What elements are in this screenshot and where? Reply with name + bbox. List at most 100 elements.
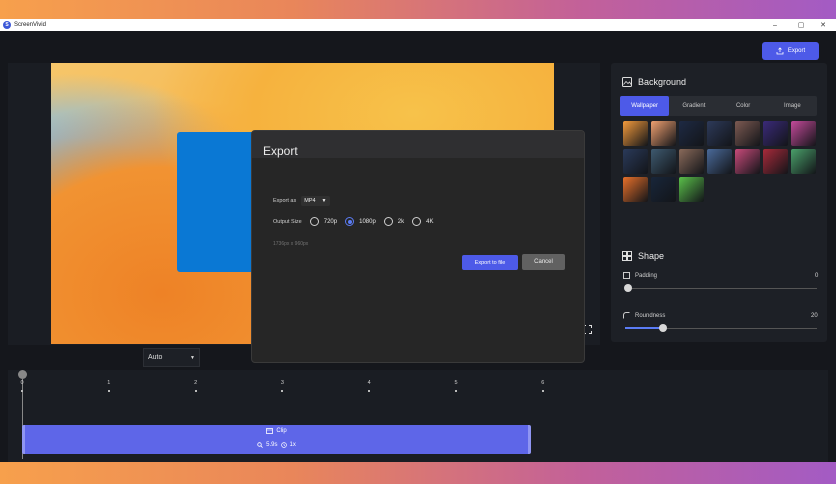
- clip-label: Clip: [276, 428, 287, 434]
- chevron-down-icon: ▼: [321, 198, 327, 204]
- wallpaper-thumbnail[interactable]: [707, 149, 732, 174]
- timeline-tick-mark: [107, 390, 110, 392]
- clip-title-row: Clip: [25, 428, 528, 434]
- wallpaper-thumbnail[interactable]: [679, 177, 704, 202]
- export-button[interactable]: Export: [762, 42, 819, 60]
- tab-image[interactable]: Image: [768, 96, 817, 116]
- radio-icon: [412, 217, 422, 226]
- tab-gradient[interactable]: Gradient: [669, 96, 718, 116]
- roundness-slider-fill: [625, 327, 664, 329]
- timeline-tick-mark: [541, 390, 544, 392]
- timeline-clip[interactable]: Clip 5.9s 1x: [22, 425, 531, 454]
- export-as-label: Export as: [273, 198, 297, 204]
- app-window: S ScreenVivid – ▢ ✕ Export Export Export…: [0, 19, 836, 462]
- clip-icon: [266, 428, 274, 434]
- padding-label: Padding: [635, 272, 658, 279]
- wallpaper-thumbnail[interactable]: [679, 149, 704, 174]
- close-button[interactable]: ✕: [810, 19, 836, 31]
- timeline-tick-mark: [281, 390, 284, 392]
- app-title: ScreenVivid: [14, 22, 46, 28]
- tab-color[interactable]: Color: [719, 96, 768, 116]
- playhead-handle[interactable]: [18, 370, 27, 379]
- roundness-label: Roundness: [635, 312, 666, 319]
- roundness-icon: [623, 312, 630, 319]
- wallpaper-thumbnail[interactable]: [791, 149, 816, 174]
- roundness-slider-handle[interactable]: [659, 324, 668, 332]
- dialog-body: Export as MP4 ▼ Output Size 720p 1080p 2…: [252, 158, 584, 362]
- wallpaper-thumbnail[interactable]: [651, 121, 676, 146]
- wallpaper-thumbnail[interactable]: [679, 121, 704, 146]
- timeline-tick-label: 5: [454, 380, 458, 386]
- size-option-label: 1080p: [359, 218, 376, 225]
- wallpaper-thumbnail[interactable]: [735, 121, 760, 146]
- size-option-1080p[interactable]: 1080p: [345, 217, 376, 226]
- timeline-tick-label: 2: [194, 380, 198, 386]
- wallpaper-grid: [623, 121, 819, 202]
- size-option-720p[interactable]: 720p: [309, 217, 338, 226]
- roundness-label-group: Roundness: [623, 312, 665, 319]
- timeline-tick-label: 0: [20, 380, 24, 386]
- dialog-title: Export: [252, 131, 584, 158]
- timeline-tick-label: 6: [541, 380, 545, 386]
- background-tabs: Wallpaper Gradient Color Image: [620, 96, 817, 116]
- shape-title: Shape: [638, 251, 665, 261]
- zoom-icon: [257, 442, 264, 448]
- timeline-tick-mark: [21, 390, 23, 392]
- clip-duration: 5.9s: [266, 442, 278, 448]
- title-bar: S ScreenVivid – ▢ ✕: [0, 19, 836, 31]
- wallpaper-thumbnail[interactable]: [735, 149, 760, 174]
- resolution-text: 1736px x 960px: [273, 241, 309, 247]
- timeline-tick-label: 1: [107, 380, 111, 386]
- wallpaper-thumbnail[interactable]: [623, 121, 648, 146]
- minimize-button[interactable]: –: [762, 19, 788, 31]
- wallpaper-thumbnail[interactable]: [651, 149, 676, 174]
- timeline-tick-label: 3: [280, 380, 284, 386]
- output-size-row: Output Size 720p 1080p 2k 4K: [273, 217, 433, 226]
- timeline[interactable]: Clip 5.9s 1x 0 1 2 3 4 5 6: [8, 370, 828, 462]
- format-select[interactable]: MP4 ▼: [301, 196, 330, 206]
- export-dialog: Export Export as MP4 ▼ Output Size 720p …: [251, 130, 585, 363]
- format-value: MP4: [304, 198, 316, 204]
- wallpaper-thumbnail[interactable]: [623, 149, 648, 174]
- wallpaper-thumbnail[interactable]: [791, 121, 816, 146]
- tab-wallpaper[interactable]: Wallpaper: [620, 96, 670, 116]
- wallpaper-thumbnail[interactable]: [763, 149, 788, 174]
- clock-icon: [280, 442, 287, 448]
- padding-slider-handle[interactable]: [624, 284, 632, 292]
- size-option-4k[interactable]: 4K: [412, 217, 433, 226]
- padding-icon: [623, 272, 630, 279]
- size-option-2k[interactable]: 2k: [383, 217, 405, 226]
- wallpaper-thumbnail[interactable]: [707, 121, 732, 146]
- export-format-row: Export as MP4 ▼: [273, 196, 330, 206]
- clip-speed: 1x: [289, 442, 296, 448]
- aspect-ratio-dropdown[interactable]: Auto ▼: [143, 348, 200, 367]
- size-option-label: 720p: [323, 218, 338, 225]
- settings-panel: Background Wallpaper Gradient Color Imag…: [611, 63, 827, 342]
- timeline-tick-label: 4: [367, 380, 371, 386]
- wallpaper-thumbnail[interactable]: [651, 177, 676, 202]
- radio-icon: [383, 217, 393, 226]
- padding-value: 0: [815, 273, 819, 279]
- timeline-tick-mark: [368, 390, 371, 392]
- cancel-button[interactable]: Cancel: [522, 254, 565, 270]
- timeline-tick-mark: [194, 390, 197, 392]
- padding-slider-track[interactable]: [625, 288, 817, 289]
- wallpaper-thumbnail[interactable]: [623, 177, 648, 202]
- roundness-value: 20: [811, 313, 818, 319]
- wallpaper-thumbnail[interactable]: [763, 121, 788, 146]
- app-logo-icon: S: [3, 21, 11, 29]
- recorded-window-preview: [177, 132, 257, 272]
- radio-icon: [309, 217, 319, 226]
- export-to-file-button[interactable]: Export to file: [462, 255, 518, 270]
- size-option-label: 4K: [426, 218, 434, 225]
- size-option-label: 2k: [397, 218, 405, 225]
- chevron-down-icon: ▼: [190, 354, 195, 361]
- export-button-label: Export: [787, 48, 806, 54]
- timeline-tick-mark: [455, 390, 457, 392]
- radio-selected-icon: [345, 217, 355, 226]
- shape-section-title: Shape: [622, 251, 664, 261]
- shape-icon: [622, 251, 632, 261]
- clip-meta-row: 5.9s 1x: [25, 442, 528, 448]
- background-title: Background: [638, 77, 687, 87]
- image-icon: [622, 77, 632, 87]
